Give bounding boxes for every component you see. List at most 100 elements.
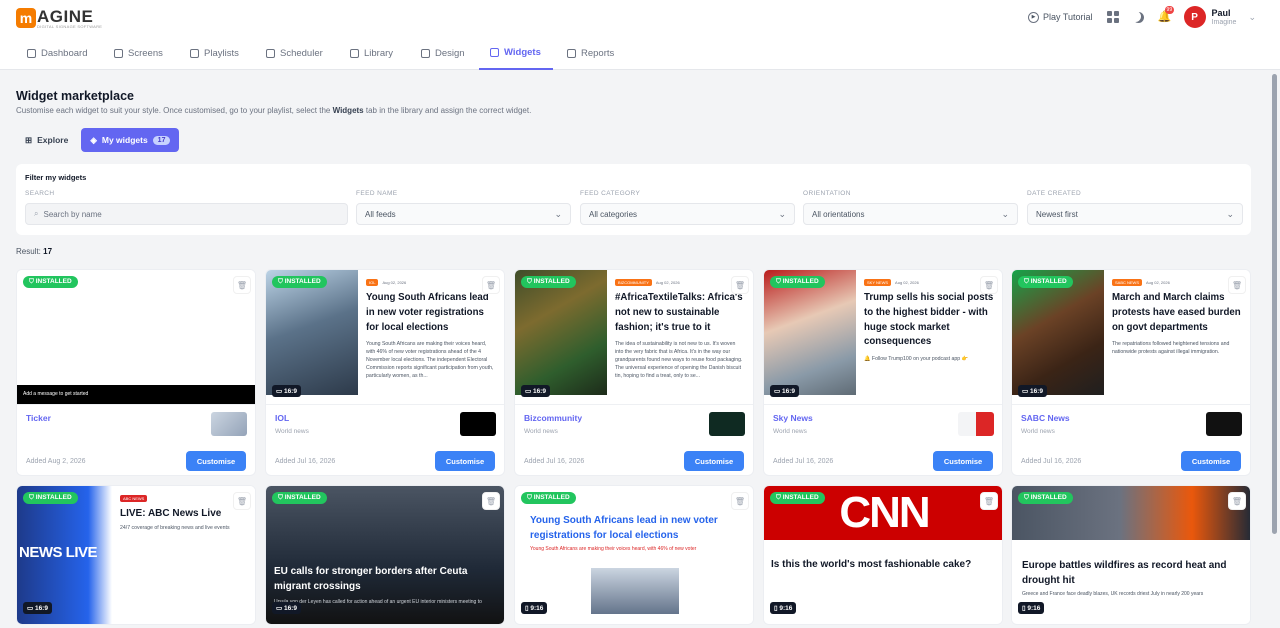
article-body: Ursula von der Leyen has called for acti…: [274, 599, 482, 605]
article: SKY NEWS Aug 02, 2026 Trump sells his soc…: [864, 278, 994, 363]
widgets-icon: [490, 47, 499, 57]
article-date: Aug 02, 2026: [382, 279, 407, 285]
article-headline: Young South Africans lead in new voter r…: [530, 515, 718, 541]
article-body: The idea of sustainability is not new to…: [615, 341, 743, 380]
article-headline: March and March claims protests have eas…: [1112, 292, 1241, 333]
count-badge: 17: [152, 135, 171, 145]
page-scrollbar[interactable]: [1272, 74, 1277, 534]
ratio-label: 16:9: [781, 388, 795, 395]
ratio-label: 16:9: [532, 388, 546, 395]
widget-card[interactable]: ⛉ INSTALLED 🗑 CNN Is this the world's mo…: [763, 485, 1003, 625]
tab-label: Dashboard: [41, 47, 88, 59]
installed-label: INSTALLED: [533, 494, 570, 501]
app-logo[interactable]: m AGINE DIGITAL SIGNAGE SOFTWARE: [16, 8, 102, 29]
result-count: Result: 17: [16, 247, 52, 256]
tab-widgets[interactable]: Widgets: [479, 36, 553, 70]
customise-button[interactable]: Customise: [933, 451, 993, 471]
customise-button[interactable]: Customise: [1181, 451, 1241, 471]
widget-name: IOL: [275, 413, 290, 423]
feed-name-select[interactable]: All feeds ⌄: [356, 203, 571, 225]
widget-thumbnail: [1206, 412, 1242, 436]
ticker-bar: Add a message to get started: [17, 385, 255, 404]
tab-design[interactable]: Design: [421, 36, 465, 70]
trash-icon[interactable]: 🗑: [1228, 276, 1246, 294]
user-name: Paul: [1211, 7, 1231, 18]
chevron-down-icon: ⌄: [1226, 208, 1234, 219]
tab-dashboard[interactable]: Dashboard: [27, 36, 87, 70]
trash-icon[interactable]: 🗑: [731, 276, 749, 294]
ratio-label: 16:9: [283, 388, 297, 395]
feed-category-value: All categories: [589, 209, 638, 219]
tab-reports[interactable]: Reports: [567, 36, 614, 70]
tab-label: My widgets: [101, 135, 148, 145]
article-body: Greece and France face deadly blazes, UK…: [1022, 591, 1204, 597]
apps-grid-icon[interactable]: [1106, 11, 1119, 23]
widget-name: Ticker: [26, 413, 51, 423]
date-created-value: Newest first: [1036, 209, 1078, 219]
tab-explore[interactable]: ⊞ Explore: [16, 128, 77, 152]
source-tag: SABC NEWS: [1112, 278, 1143, 286]
widget-preview: ⛉ INSTALLED 🗑 EU calls for stronger bord…: [266, 486, 504, 624]
feed-category-select[interactable]: All categories ⌄: [580, 203, 795, 225]
installed-badge: ⛉ INSTALLED: [272, 492, 327, 504]
date-created-select[interactable]: Newest first ⌄: [1027, 203, 1243, 225]
article: Europe battles wildfires as record heat …: [1022, 559, 1242, 597]
installed-label: INSTALLED: [533, 278, 570, 285]
trash-icon[interactable]: 🗑: [233, 276, 251, 294]
tab-screens[interactable]: Screens: [114, 36, 163, 70]
installed-label: INSTALLED: [35, 278, 72, 285]
tab-label: Library: [364, 47, 394, 59]
added-date: Added Jul 16, 2026: [275, 458, 336, 465]
widget-card[interactable]: ⛉ INSTALLED 🗑 Young South Africans lead …: [514, 485, 754, 625]
orientation-select[interactable]: All orientations ⌄: [803, 203, 1018, 225]
customise-button[interactable]: Customise: [435, 451, 495, 471]
installed-label: INSTALLED: [35, 494, 72, 501]
feed-category-label: FEED CATEGORY: [580, 190, 641, 197]
article: IOL Aug 02, 2026 Young South Africans lea…: [366, 278, 496, 380]
user-menu[interactable]: P Paul Imagine ⌄: [1183, 6, 1256, 28]
trash-icon[interactable]: 🗑: [980, 492, 998, 510]
play-tutorial-button[interactable]: ▶ Play Tutorial: [1028, 11, 1093, 23]
widget-card[interactable]: ⛉ INSTALLED 🗑 Add a message to get start…: [16, 269, 256, 476]
widget-card[interactable]: ⛉ INSTALLED 🗑 EU calls for stronger bord…: [265, 485, 505, 625]
widget-card[interactable]: ⛉ INSTALLED 🗑 BIZCOMMUNITY Aug 02, 2026 #…: [514, 269, 754, 476]
customise-button[interactable]: Customise: [684, 451, 744, 471]
tab-my-widgets[interactable]: ◈ My widgets 17: [81, 128, 180, 152]
widget-card[interactable]: ⛉ INSTALLED 🗑 SKY NEWS Aug 02, 2026 Trump…: [763, 269, 1003, 476]
play-icon: ▶: [1028, 11, 1040, 23]
trash-icon[interactable]: 🗑: [980, 276, 998, 294]
article-headline: Europe battles wildfires as record heat …: [1022, 560, 1227, 586]
added-date: Added Aug 2, 2026: [26, 458, 86, 465]
article: BIZCOMMUNITY Aug 02, 2026 #AfricaTextileT…: [615, 278, 745, 380]
trash-icon[interactable]: 🗑: [731, 492, 749, 510]
card-footer: IOL World news Added Jul 16, 2026 Custom…: [266, 404, 504, 475]
tab-playlists[interactable]: Playlists: [190, 36, 239, 70]
search-label: SEARCH: [25, 190, 55, 197]
widget-feed: World news: [1021, 428, 1055, 435]
trash-icon[interactable]: 🗑: [1228, 492, 1246, 510]
article-image: [266, 270, 358, 395]
dark-mode-icon[interactable]: [1133, 12, 1144, 23]
notifications-bell-icon[interactable]: 🔔 99: [1158, 6, 1175, 23]
widget-thumbnail: [460, 412, 496, 436]
installed-badge: ⛉ INSTALLED: [770, 276, 825, 288]
result-label: Result:: [16, 247, 41, 256]
widget-card[interactable]: ⛉ INSTALLED 🗑 SABC NEWS Aug 02, 2026 Marc…: [1011, 269, 1251, 476]
card-footer: Bizcommunity World news Added Jul 16, 20…: [515, 404, 753, 475]
trash-icon[interactable]: 🗑: [233, 492, 251, 510]
article-headline: LIVE: ABC News Live: [120, 508, 222, 519]
trash-icon[interactable]: 🗑: [482, 492, 500, 510]
ratio-label: 9:16: [1027, 605, 1041, 612]
tab-scheduler[interactable]: Scheduler: [266, 36, 323, 70]
widget-card[interactable]: ⛉ INSTALLED 🗑 NEWS LIVE ABC NEWS LIVE: A…: [16, 485, 256, 625]
installed-label: INSTALLED: [782, 494, 819, 501]
widget-tabs: ⊞ Explore ◈ My widgets 17: [16, 128, 180, 152]
widget-card[interactable]: ⛉ INSTALLED 🗑 IOL Aug 02, 2026 Young Sout…: [265, 269, 505, 476]
article-date: Aug 02, 2026: [1146, 279, 1170, 285]
customise-button[interactable]: Customise: [186, 451, 246, 471]
tab-library[interactable]: Library: [350, 36, 393, 70]
widget-card[interactable]: ⛉ INSTALLED 🗑 Europe battles wildfires a…: [1011, 485, 1251, 625]
trash-icon[interactable]: 🗑: [482, 276, 500, 294]
widget-feed: World news: [524, 428, 558, 435]
search-input[interactable]: ⌕ Search by name: [25, 203, 348, 225]
